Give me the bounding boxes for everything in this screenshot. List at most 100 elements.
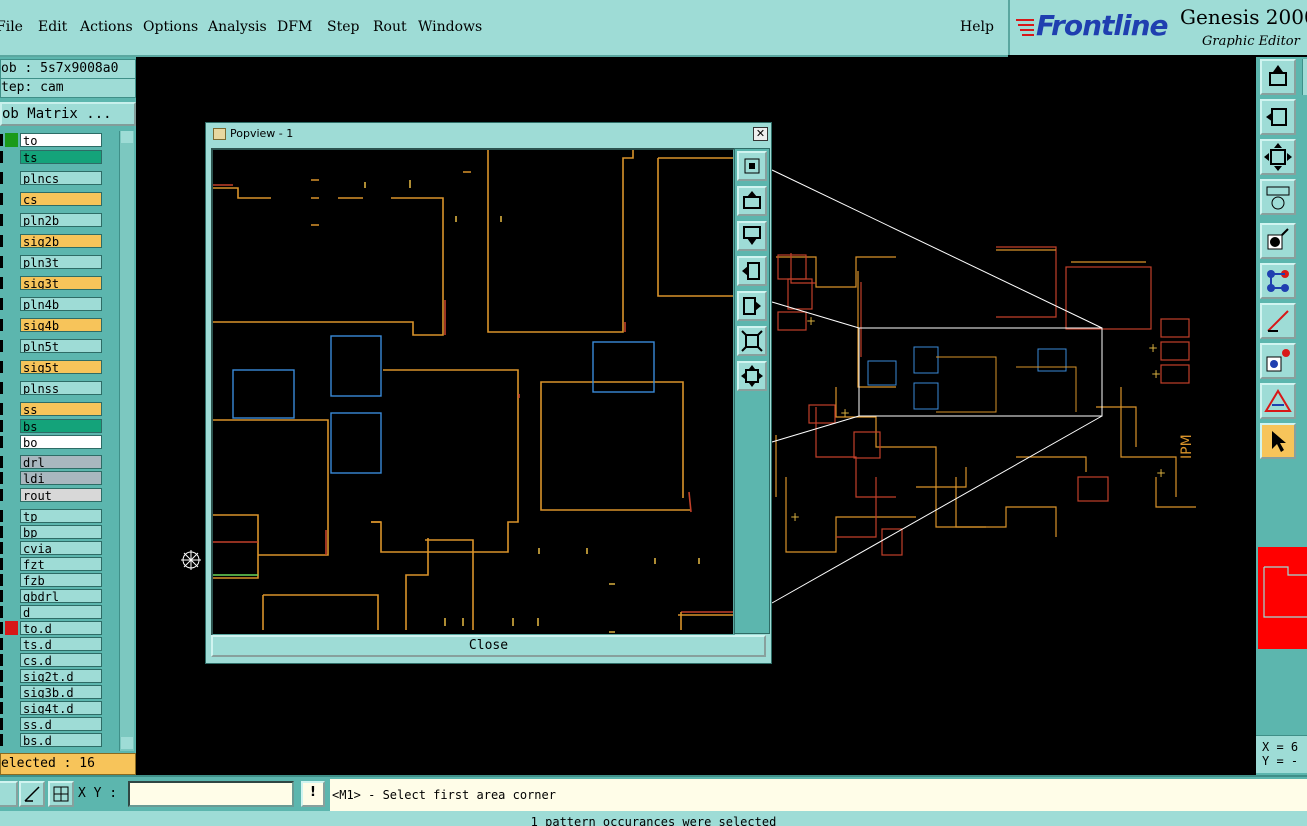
- pan-up-icon[interactable]: [737, 186, 767, 216]
- layer-row[interactable]: ts: [0, 150, 104, 164]
- layer-name[interactable]: pln2b: [20, 213, 102, 227]
- layer-name[interactable]: pln5t: [20, 339, 102, 353]
- layer-name[interactable]: sig4b: [20, 318, 102, 332]
- layer-row[interactable]: pln5t: [0, 339, 104, 353]
- menu-edit[interactable]: Edit: [38, 19, 67, 35]
- layer-name[interactable]: sig3b.d: [20, 685, 102, 699]
- layer-name[interactable]: cvia: [20, 541, 102, 555]
- layer-checkbox[interactable]: [0, 526, 3, 538]
- layer-checkbox[interactable]: [0, 193, 3, 205]
- layer-name[interactable]: d: [20, 605, 102, 619]
- menu-rout[interactable]: Rout: [373, 19, 407, 35]
- triangle-icon[interactable]: [1260, 383, 1296, 419]
- layer-name[interactable]: to: [20, 133, 102, 147]
- layer-name[interactable]: sig5t: [20, 360, 102, 374]
- layer-name[interactable]: bs: [20, 419, 102, 433]
- layer-name[interactable]: cs.d: [20, 653, 102, 667]
- layer-up-icon[interactable]: [1260, 59, 1296, 95]
- layer-row[interactable]: ts.d: [0, 637, 104, 651]
- measure-icon[interactable]: [1260, 179, 1296, 215]
- zoom-out-icon[interactable]: [737, 326, 767, 356]
- menu-analysis[interactable]: Analysis: [208, 19, 267, 35]
- layer-row[interactable]: ldi: [0, 471, 104, 485]
- layer-row[interactable]: ss.d: [0, 717, 104, 731]
- net-icon[interactable]: [1260, 263, 1296, 299]
- layer-checkbox[interactable]: [0, 670, 3, 682]
- layer-checkbox[interactable]: [0, 256, 3, 268]
- layer-name[interactable]: ss.d: [20, 717, 102, 731]
- snap-icon[interactable]: [1260, 223, 1296, 259]
- layer-checkbox[interactable]: [0, 151, 3, 163]
- layer-checkbox[interactable]: [0, 456, 3, 468]
- popview-canvas[interactable]: [211, 148, 735, 636]
- layer-row[interactable]: gbdrl: [0, 589, 104, 603]
- layer-checkbox[interactable]: [0, 134, 3, 146]
- layer-row[interactable]: cs.d: [0, 653, 104, 667]
- layer-checkbox[interactable]: [0, 172, 3, 184]
- menu-options[interactable]: Options: [143, 19, 198, 35]
- pointer-icon[interactable]: [1260, 423, 1296, 459]
- pan-right-icon[interactable]: [737, 291, 767, 321]
- menu-actions[interactable]: Actions: [80, 19, 133, 35]
- layer-row[interactable]: sig2b: [0, 234, 104, 248]
- layer-checkbox[interactable]: [0, 436, 3, 448]
- layer-checkbox[interactable]: [0, 510, 3, 522]
- layer-name[interactable]: plncs: [20, 171, 102, 185]
- layer-name[interactable]: bo: [20, 435, 102, 449]
- layer-name[interactable]: to.d: [20, 621, 102, 635]
- layer-checkbox[interactable]: [0, 654, 3, 666]
- layer-in-icon[interactable]: [1260, 99, 1296, 135]
- layer-row[interactable]: sig4t.d: [0, 701, 104, 715]
- board-preview[interactable]: [1258, 547, 1307, 649]
- layer-name[interactable]: pln3t: [20, 255, 102, 269]
- layer-checkbox[interactable]: [0, 542, 3, 554]
- menu-dfm[interactable]: DFM: [277, 19, 312, 35]
- layer-row[interactable]: sig3b.d: [0, 685, 104, 699]
- layer-row[interactable]: plncs: [0, 171, 104, 185]
- layer-checkbox[interactable]: [0, 590, 3, 602]
- layer-name[interactable]: bp: [20, 525, 102, 539]
- layer-name[interactable]: fzt: [20, 557, 102, 571]
- layer-row[interactable]: sig5t: [0, 360, 104, 374]
- layer-checkbox[interactable]: [0, 277, 3, 289]
- job-matrix-button[interactable]: ob Matrix ...: [0, 102, 136, 126]
- layer-name[interactable]: ts: [20, 150, 102, 164]
- zoom-in-icon[interactable]: [737, 361, 767, 391]
- close-icon[interactable]: ✕: [753, 127, 768, 141]
- line-icon[interactable]: [1260, 303, 1296, 339]
- layer-row[interactable]: bo: [0, 435, 104, 449]
- pan-left-icon[interactable]: [737, 256, 767, 286]
- layer-name[interactable]: sig2t.d: [20, 669, 102, 683]
- menu-windows[interactable]: Windows: [418, 19, 482, 35]
- layer-row[interactable]: to: [0, 133, 104, 147]
- layer-row[interactable]: to.d: [0, 621, 104, 635]
- layer-checkbox[interactable]: [0, 382, 3, 394]
- layer-name[interactable]: cs: [20, 192, 102, 206]
- layer-row[interactable]: tp: [0, 509, 104, 523]
- layer-name[interactable]: ss: [20, 402, 102, 416]
- layer-row[interactable]: bs.d: [0, 733, 104, 747]
- warning-icon[interactable]: !: [301, 781, 325, 807]
- layer-name[interactable]: drl: [20, 455, 102, 469]
- scroll-down-icon[interactable]: [121, 737, 133, 749]
- snap-toggle-icon[interactable]: [19, 781, 45, 807]
- layer-name[interactable]: plnss: [20, 381, 102, 395]
- layer-checkbox[interactable]: [0, 340, 3, 352]
- xy-input[interactable]: [128, 781, 294, 807]
- menu-help[interactable]: Help: [960, 19, 994, 35]
- pan-down-icon[interactable]: [737, 221, 767, 251]
- layer-name[interactable]: ldi: [20, 471, 102, 485]
- layer-checkbox[interactable]: [0, 638, 3, 650]
- layer-checkbox[interactable]: [0, 361, 3, 373]
- layer-scrollbar[interactable]: [119, 131, 134, 751]
- layer-name[interactable]: sig3t: [20, 276, 102, 290]
- layer-row[interactable]: pln4b: [0, 297, 104, 311]
- layer-name[interactable]: sig2b: [20, 234, 102, 248]
- layer-row[interactable]: cvia: [0, 541, 104, 555]
- feature-icon[interactable]: [1260, 343, 1296, 379]
- layer-row[interactable]: sig2t.d: [0, 669, 104, 683]
- scroll-up-icon[interactable]: [121, 131, 133, 143]
- layer-row[interactable]: drl: [0, 455, 104, 469]
- layer-checkbox[interactable]: [0, 472, 3, 484]
- layer-checkbox[interactable]: [0, 702, 3, 714]
